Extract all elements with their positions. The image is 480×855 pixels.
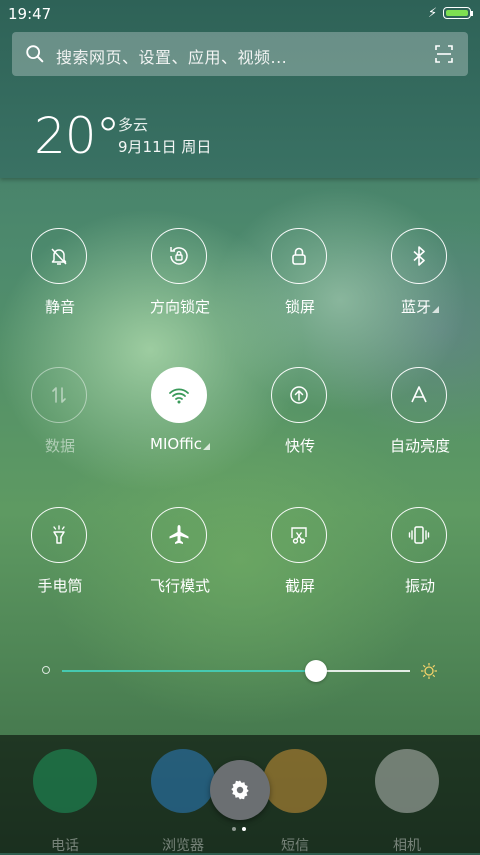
toggle-label: 蓝牙 — [360, 296, 480, 317]
settings-button[interactable] — [210, 760, 270, 820]
more-options-indicator — [432, 306, 439, 313]
flashlight-icon — [31, 507, 87, 563]
toggle-wifi[interactable]: MIOffic — [120, 367, 240, 477]
phone-icon — [33, 749, 97, 813]
toggle-label: 锁屏 — [284, 298, 315, 316]
mobile-data-icon — [31, 367, 87, 423]
wifi-icon — [151, 367, 207, 423]
search-bar[interactable]: 搜索网页、设置、应用、视频... — [12, 32, 468, 76]
toggle-fast-transfer[interactable]: 快传 — [240, 367, 360, 477]
toggle-mobile-data[interactable]: 数据 — [0, 367, 120, 477]
toggle-label: 手电筒 — [37, 577, 83, 595]
brightness-control — [0, 650, 480, 690]
lock-icon — [271, 228, 327, 284]
page-dot-active — [242, 827, 246, 831]
toggle-flashlight[interactable]: 手电筒 — [0, 507, 120, 617]
toggle-bluetooth[interactable]: 蓝牙 — [360, 228, 480, 338]
toggle-screenshot[interactable]: 截屏 — [240, 507, 360, 617]
toggle-label: 静音 — [44, 298, 75, 316]
toggle-label: 截屏 — [284, 577, 315, 595]
screenshot-icon — [271, 507, 327, 563]
bell-off-icon — [31, 228, 87, 284]
brightness-slider-thumb[interactable] — [305, 660, 328, 682]
toggle-label: 自动亮度 — [389, 437, 450, 455]
notification-header: 19:47 ⚡ 搜索网页、设置、应用、视频... 20° 多云 9月11日 周日 — [0, 0, 480, 178]
dock-app-label: 短信 — [281, 838, 309, 854]
fast-transfer-icon — [271, 367, 327, 423]
status-time: 19:47 — [8, 5, 52, 23]
dock-app-phone[interactable]: 电话 — [10, 749, 120, 854]
bluetooth-icon — [391, 228, 447, 284]
dock-app-label: 电话 — [51, 838, 79, 854]
vibrate-icon — [391, 507, 447, 563]
brightness-high-icon — [421, 663, 437, 679]
scan-icon[interactable] — [434, 44, 454, 64]
toggle-airplane-mode[interactable]: 飞行模式 — [120, 507, 240, 617]
toggle-label: 快传 — [284, 437, 315, 455]
battery-icon — [443, 7, 471, 19]
toggle-silent[interactable]: 静音 — [0, 228, 120, 338]
toggle-label: 数据 — [44, 437, 75, 455]
brightness-slider[interactable] — [62, 670, 410, 672]
charging-icon: ⚡ — [428, 6, 438, 21]
toggle-label: 飞行模式 — [149, 577, 210, 595]
search-placeholder: 搜索网页、设置、应用、视频... — [56, 48, 288, 67]
dock-app-camera[interactable]: 相机 — [352, 749, 462, 854]
search-icon — [26, 45, 44, 63]
toggle-label: 方向锁定 — [149, 298, 210, 316]
messages-icon — [263, 749, 327, 813]
page-indicator — [232, 827, 252, 833]
toggle-label: MIOffic — [120, 435, 240, 453]
weather-condition: 多云 — [118, 116, 149, 134]
brightness-low-icon — [42, 666, 50, 674]
weather-temperature[interactable]: 20° — [34, 108, 121, 164]
toggle-auto-brightness[interactable]: 自动亮度 — [360, 367, 480, 477]
dock-app-label: 相机 — [393, 838, 421, 854]
browser-icon — [151, 749, 215, 813]
toggle-rotation-lock[interactable]: 方向锁定 — [120, 228, 240, 338]
toggle-label: 振动 — [404, 577, 435, 595]
brightness-level — [62, 670, 317, 672]
camera-icon — [375, 749, 439, 813]
page-dot — [232, 827, 236, 831]
weather-date: 9月11日 周日 — [118, 138, 212, 156]
toggle-lock-screen[interactable]: 锁屏 — [240, 228, 360, 338]
auto-brightness-icon — [391, 367, 447, 423]
toggle-vibrate[interactable]: 振动 — [360, 507, 480, 617]
rotation-lock-icon — [151, 228, 207, 284]
dock-app-label: 浏览器 — [162, 838, 204, 854]
airplane-icon — [151, 507, 207, 563]
status-bar: 19:47 ⚡ — [0, 0, 480, 28]
gear-icon — [231, 780, 249, 800]
more-options-indicator — [202, 443, 210, 450]
